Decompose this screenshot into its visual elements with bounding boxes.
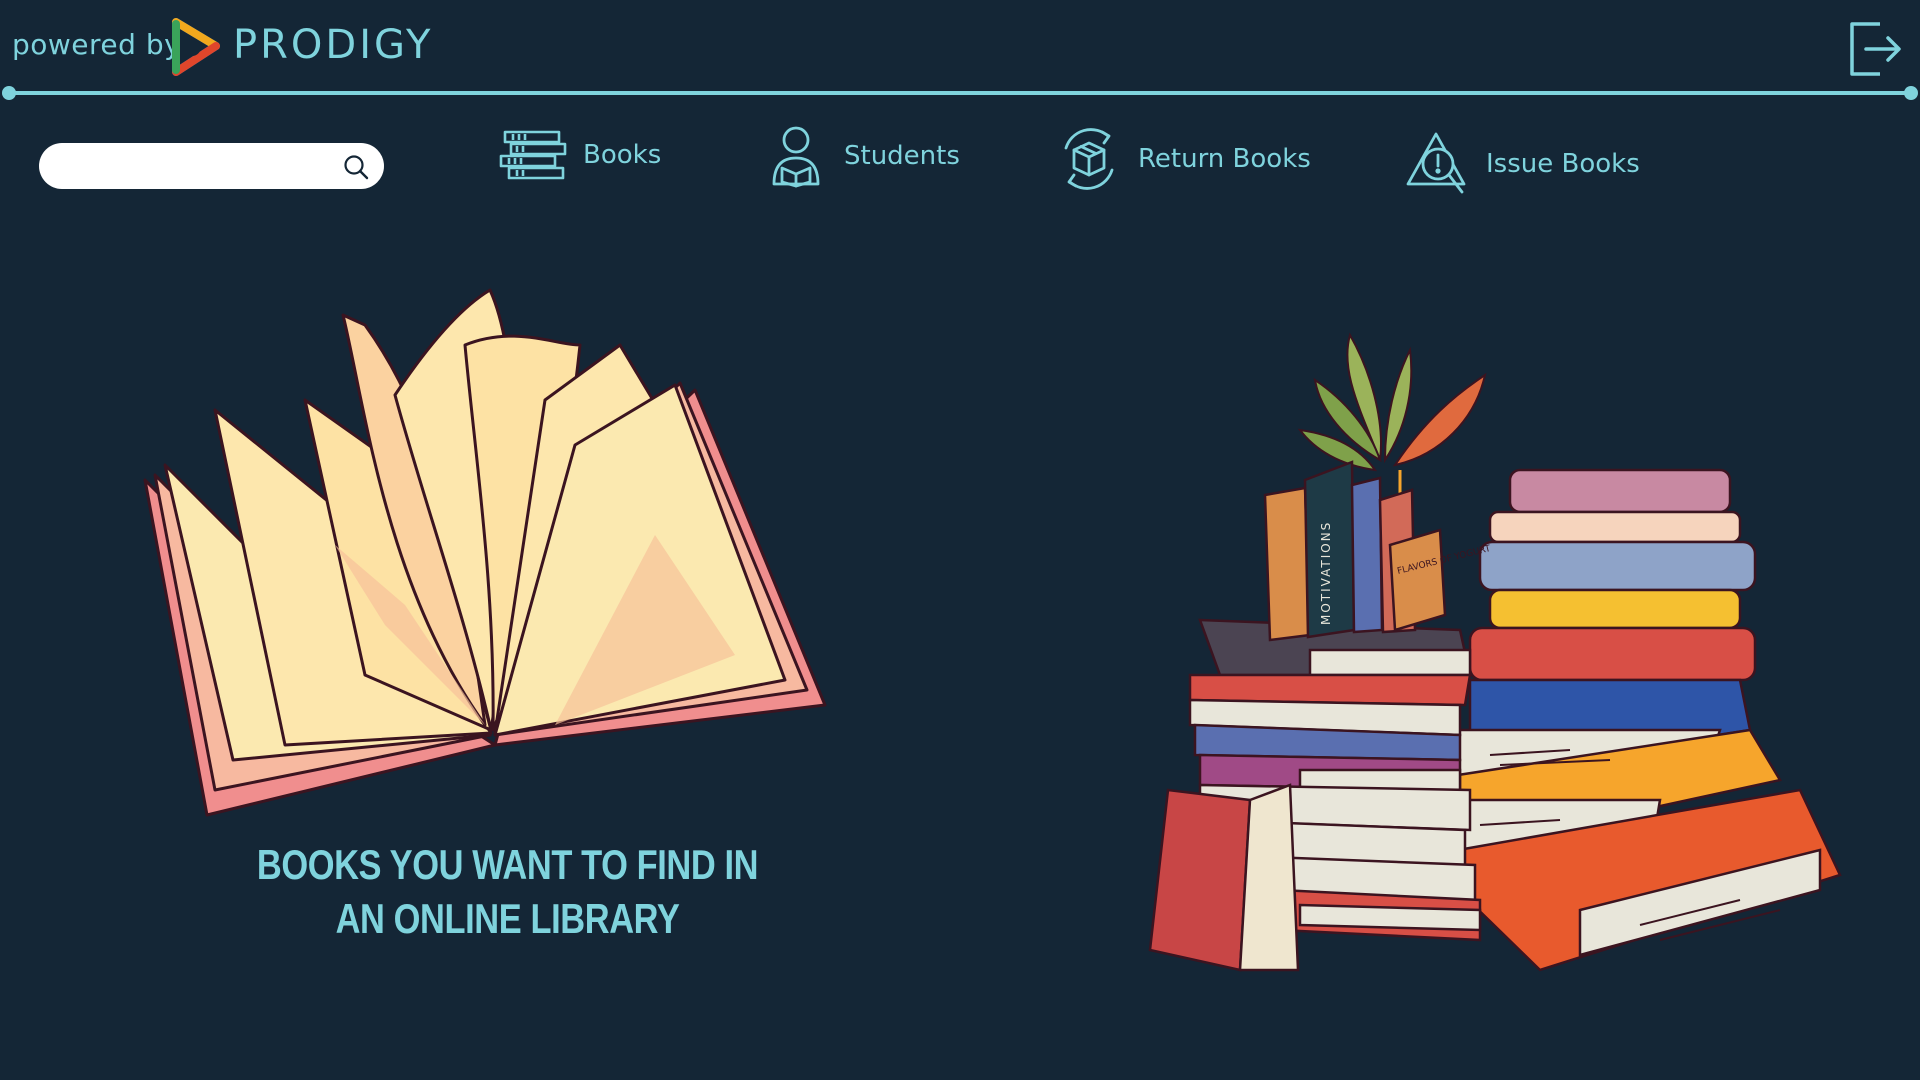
books-stack-icon — [499, 130, 567, 180]
brand-name: PRODIGY — [233, 22, 434, 68]
prodigy-logo-icon — [172, 18, 220, 76]
open-book-illustration — [143, 288, 827, 817]
student-icon — [772, 126, 820, 188]
search-bar — [39, 143, 384, 189]
nav-books[interactable]: Books — [497, 126, 661, 184]
nav-return-books[interactable]: Return Books — [1056, 126, 1311, 192]
nav-issue-books-label: Issue Books — [1486, 149, 1640, 179]
return-box-icon — [1064, 128, 1114, 190]
divider-dot-left — [2, 86, 16, 100]
nav-books-label: Books — [583, 140, 662, 170]
divider-dot-right — [1904, 86, 1918, 100]
nav-return-books-label: Return Books — [1138, 144, 1311, 174]
alert-search-icon — [1406, 132, 1466, 194]
header-divider — [8, 91, 1912, 95]
search-icon[interactable] — [342, 153, 370, 181]
nav-issue-books[interactable]: Issue Books — [1406, 130, 1640, 198]
powered-by-label: powered by — [12, 28, 182, 61]
hero-tagline: BOOKS YOU WANT TO FIND IN AN ONLINE LIBR… — [256, 841, 759, 942]
logout-icon[interactable] — [1844, 18, 1902, 80]
spine-text-motivations: MOTIVATIONS — [1319, 521, 1333, 625]
search-input[interactable] — [57, 151, 331, 183]
book-stacks-illustration: MOTIVATIONS FLAVORS OF YOGURT — [1148, 332, 1842, 972]
nav-students-label: Students — [844, 141, 960, 171]
nav-students[interactable]: Students — [768, 124, 960, 188]
